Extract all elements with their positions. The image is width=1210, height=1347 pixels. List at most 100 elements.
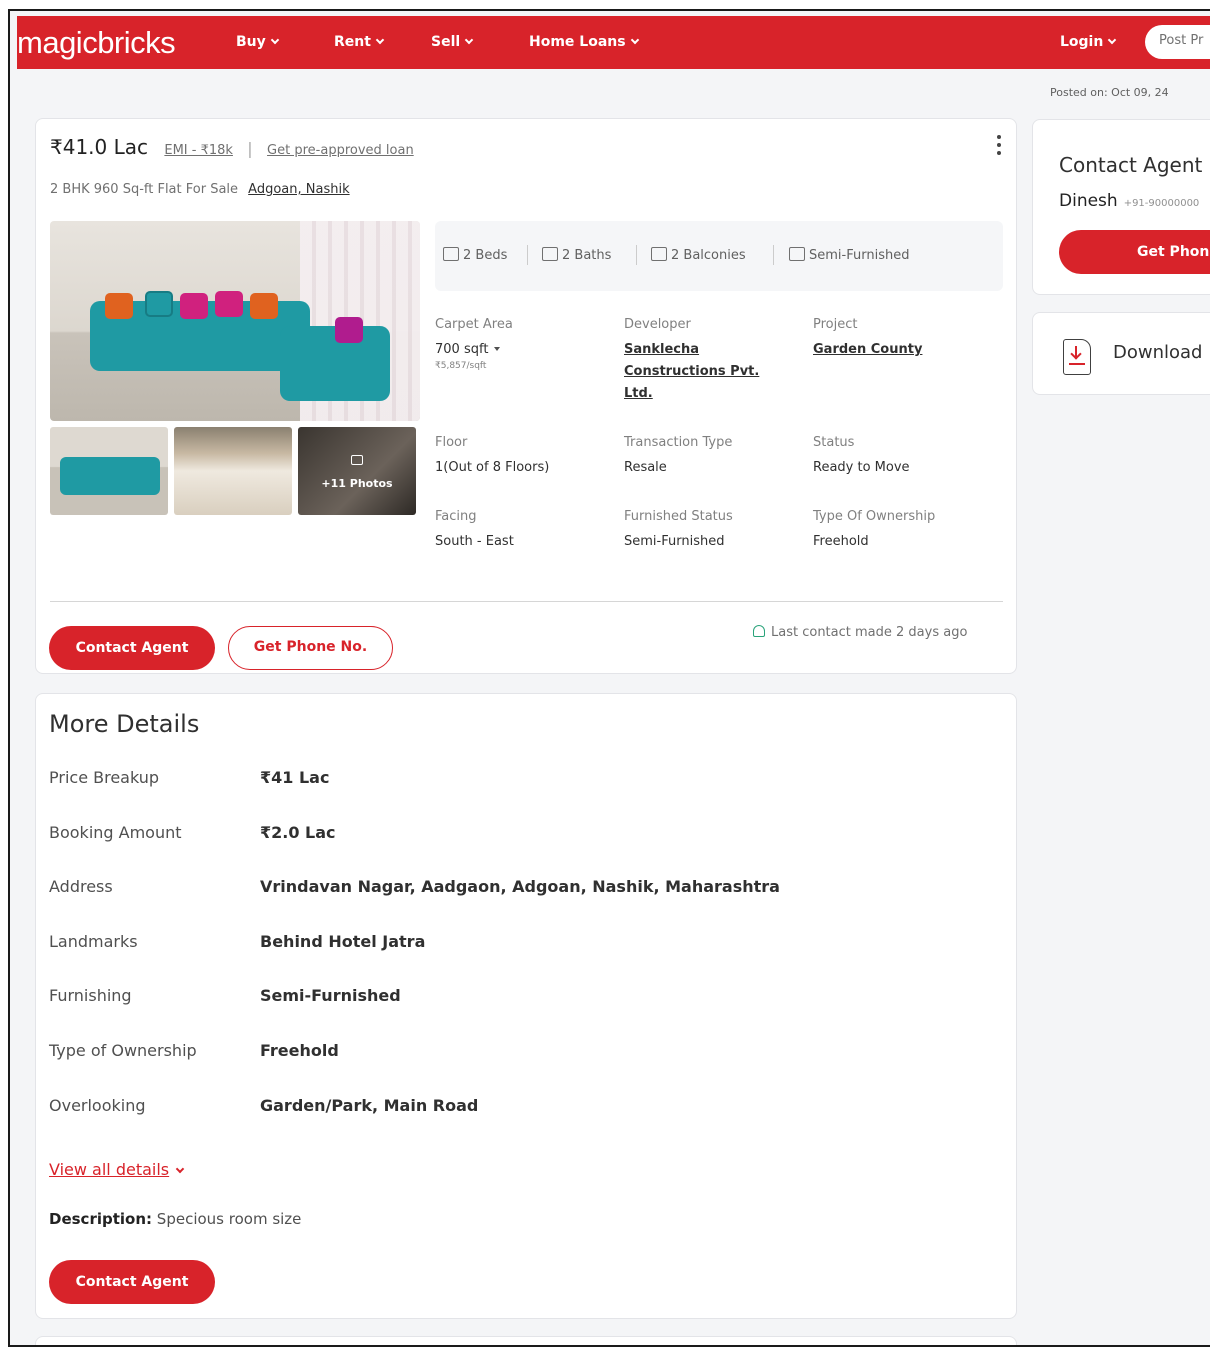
detail-transaction-type: Transaction Type Resale [624, 435, 732, 479]
more-details-card: More Details Price Breakup ₹41 Lac Bookin… [35, 693, 1017, 1319]
contact-agent-button[interactable]: Contact Agent [49, 626, 215, 670]
detail-label: Transaction Type [624, 435, 733, 450]
amenity-balconies: 2 Balconies [651, 247, 746, 263]
last-contact-text: Last contact made 2 days ago [771, 625, 968, 640]
balconies-label: 2 Balconies [671, 248, 746, 263]
chevron-down-icon [375, 35, 385, 45]
next-section-card [35, 1336, 1017, 1345]
chevron-down-icon [270, 35, 280, 45]
detail-value: Ready to Move [813, 460, 910, 475]
nav-rent[interactable]: Rent [334, 34, 385, 50]
agent-name-line: Dinesh +91-90000000 [1059, 191, 1199, 211]
detail-ownership: Type Of Ownership Freehold [813, 509, 935, 553]
photo-thumbnail[interactable] [50, 427, 168, 515]
detail-project: Project Garden County [813, 317, 922, 361]
detail-label: Developer [624, 317, 691, 332]
sofa [60, 457, 160, 495]
top-nav-bar: magicbricks Buy Rent Sell Home Loans Log… [17, 16, 1210, 69]
chevron-down-icon [175, 1164, 185, 1174]
amenity-beds: 2 Beds [443, 247, 507, 263]
row-key: Price Breakup [49, 768, 160, 787]
agent-name: Dinesh [1059, 191, 1118, 211]
detail-label: Floor [435, 435, 468, 450]
contact-agent-panel: Contact Agent Dinesh +91-90000000 Get Pho… [1032, 119, 1210, 295]
project-link[interactable]: Garden County [813, 339, 922, 361]
price-line: ₹41.0 Lac EMI - ₹18k | Get pre-approved … [50, 135, 414, 159]
listing-subtitle: 2 BHK 960 Sq-ft Flat For Sale Adgoan, Na… [50, 182, 350, 197]
detail-carpet-area: Carpet Area 700 sqft ₹5,857/sqft [435, 317, 513, 371]
row-value: ₹41 Lac [260, 768, 330, 787]
card-divider [50, 601, 1003, 602]
row-value: Garden/Park, Main Road [260, 1096, 479, 1115]
main-property-photo[interactable] [50, 221, 420, 421]
nav-home-loans[interactable]: Home Loans [529, 34, 639, 50]
location-link[interactable]: Adgoan, Nashik [248, 182, 349, 197]
carpet-area-value[interactable]: 700 sqft [435, 339, 513, 361]
nav-login[interactable]: Login [1060, 34, 1117, 50]
row-value: Freehold [260, 1041, 339, 1060]
amenities-bar: 2 Beds 2 Baths 2 Balconies Semi-Furnishe… [435, 221, 1003, 291]
detail-label: Status [813, 435, 855, 450]
emi-link[interactable]: EMI - ₹18k [164, 143, 233, 158]
divider [527, 245, 528, 265]
nav-sell[interactable]: Sell [431, 34, 474, 50]
get-phone-button[interactable]: Get Phone No. [228, 626, 393, 670]
magicbricks-logo[interactable]: magicbricks [17, 25, 176, 61]
pillow [250, 293, 278, 319]
download-panel[interactable]: Download [1032, 312, 1210, 395]
detail-facing: Facing South - East [435, 509, 514, 553]
row-key: Overlooking [49, 1096, 146, 1115]
chevron-down-icon [630, 35, 639, 45]
gallery-icon [351, 455, 363, 465]
price-separator: | [247, 139, 253, 158]
listing-type: 2 BHK 960 Sq-ft Flat For Sale [50, 182, 239, 197]
pillow [145, 291, 173, 317]
last-contact-info: Last contact made 2 days ago [753, 625, 967, 640]
detail-label: Project [813, 317, 858, 332]
get-phone-sidebar-button[interactable]: Get Phon [1059, 230, 1210, 274]
row-value: Semi-Furnished [260, 986, 401, 1005]
more-options-icon[interactable] [996, 135, 1002, 161]
bath-icon [542, 247, 558, 261]
detail-furnished-status: Furnished Status Semi-Furnished [624, 509, 733, 553]
login-label: Login [1060, 34, 1104, 50]
contact-agent-button-secondary[interactable]: Contact Agent [49, 1260, 215, 1304]
listing-card: ₹41.0 Lac EMI - ₹18k | Get pre-approved … [35, 118, 1017, 674]
post-property-button[interactable]: Post Pr [1145, 25, 1210, 59]
beds-label: 2 Beds [463, 248, 508, 263]
row-key: Type of Ownership [49, 1041, 197, 1060]
detail-developer: Developer Sanklecha Constructions Pvt. L… [624, 317, 784, 405]
pillow [105, 293, 133, 319]
pillow [215, 291, 243, 317]
contact-agent-title: Contact Agent [1059, 153, 1203, 177]
row-key: Address [49, 877, 113, 896]
divider [773, 245, 774, 265]
view-all-details-link[interactable]: View all details [49, 1160, 185, 1179]
nav-buy[interactable]: Buy [236, 34, 280, 50]
detail-value: 1(Out of 8 Floors) [435, 460, 550, 475]
chevron-down-icon [464, 35, 474, 45]
bed-icon [443, 247, 459, 261]
nav-sell-label: Sell [431, 34, 461, 50]
developer-link[interactable]: Sanklecha Constructions Pvt. Ltd. [624, 339, 784, 405]
balcony-icon [651, 247, 667, 261]
furnishing-label: Semi-Furnished [809, 248, 910, 263]
more-photos-thumbnail[interactable]: +11 Photos [298, 427, 416, 515]
description: Description: Specious room size [49, 1210, 301, 1228]
download-label: Download [1113, 342, 1203, 363]
chevron-down-icon [1108, 35, 1117, 45]
row-key: Furnishing [49, 986, 132, 1005]
detail-status: Status Ready to Move [813, 435, 910, 479]
photo-thumbnail[interactable] [174, 427, 292, 515]
detail-label: Carpet Area [435, 317, 513, 332]
detail-value: Freehold [813, 534, 869, 549]
description-text: Specious room size [156, 1210, 302, 1228]
row-value: ₹2.0 Lac [260, 823, 336, 842]
pre-approved-loan-link[interactable]: Get pre-approved loan [267, 143, 414, 158]
pillow [335, 317, 363, 343]
agent-phone-masked: +91-90000000 [1123, 198, 1200, 209]
amenity-furnishing: Semi-Furnished [789, 247, 909, 263]
baths-label: 2 Baths [562, 248, 612, 263]
more-details-title: More Details [49, 710, 200, 738]
nav-buy-label: Buy [236, 34, 266, 50]
